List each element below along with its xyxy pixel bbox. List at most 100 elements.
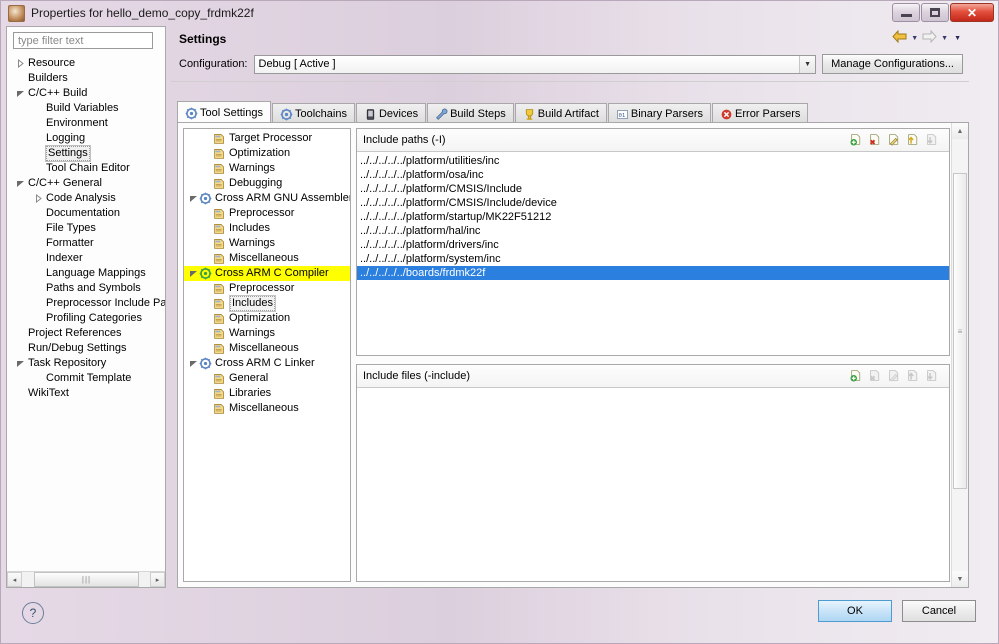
sidebar-item-c-c-build[interactable]: C/C++ Build [7, 86, 165, 101]
filter-input[interactable]: type filter text [13, 32, 153, 49]
sidebar-item-run-debug-settings[interactable]: Run/Debug Settings [7, 341, 165, 356]
list-item[interactable]: ../../../../../boards/frdmk22f [357, 266, 949, 280]
tab-binary-parsers[interactable]: 01 Binary Parsers [607, 103, 712, 123]
chevron-expanded-icon[interactable] [188, 194, 199, 203]
tools-tree-item-preprocessor[interactable]: Preprocessor [184, 281, 350, 296]
list-item[interactable]: ../../../../../platform/hal/inc [357, 224, 949, 238]
delete-icon[interactable] [869, 133, 884, 148]
sidebar-item-documentation[interactable]: Documentation [7, 206, 165, 221]
tools-tree-item-preprocessor[interactable]: Preprocessor [184, 206, 350, 221]
tools-tree-item-target-processor[interactable]: Target Processor [184, 131, 350, 146]
list-item[interactable]: ../../../../../platform/drivers/inc [357, 238, 949, 252]
configuration-select[interactable]: Debug [ Active ] ▼ [253, 54, 817, 74]
sidebar-item-profiling-categories[interactable]: Profiling Categories [7, 311, 165, 326]
sidebar-item-task-repository[interactable]: Task Repository [7, 356, 165, 371]
list-item[interactable]: ../../../../../platform/system/inc [357, 252, 949, 266]
manage-configurations-button[interactable]: Manage Configurations... [822, 54, 963, 74]
sidebar-item-logging[interactable]: Logging [7, 131, 165, 146]
forward-menu-chevron-down-icon[interactable]: ▼ [939, 35, 950, 42]
scroll-track[interactable]: ||| [22, 572, 150, 587]
sidebar-item-c-c-general[interactable]: C/C++ General [7, 176, 165, 191]
ok-button[interactable]: OK [818, 600, 892, 622]
sidebar-item-tool-chain-editor[interactable]: Tool Chain Editor [7, 161, 165, 176]
title-bar: Properties for hello_demo_copy_frdmk22f … [1, 1, 998, 25]
sidebar-item-resource[interactable]: Resource [7, 56, 165, 71]
scroll-thumb[interactable]: ||| [34, 572, 139, 587]
back-menu-chevron-down-icon[interactable]: ▼ [909, 35, 920, 42]
tools-tree-item-libraries[interactable]: Libraries [184, 386, 350, 401]
tab-error-parsers[interactable]: Error Parsers [712, 103, 809, 123]
tools-tree-item-miscellaneous[interactable]: Miscellaneous [184, 251, 350, 266]
list-item[interactable]: ../../../../../platform/startup/MK22F512… [357, 210, 949, 224]
sidebar-item-indexer[interactable]: Indexer [7, 251, 165, 266]
tools-tree-item-cross-arm-gnu-assembler[interactable]: Cross ARM GNU Assembler [184, 191, 350, 206]
sidebar-item-code-analysis[interactable]: Code Analysis [7, 191, 165, 206]
edit-icon[interactable] [888, 133, 903, 148]
list-item[interactable]: ../../../../../platform/CMSIS/Include/de… [357, 196, 949, 210]
tools-tree-item-cross-arm-c-linker[interactable]: Cross ARM C Linker [184, 356, 350, 371]
chevron-expanded-icon[interactable] [15, 359, 26, 368]
list-item[interactable]: ../../../../../platform/utilities/inc [357, 154, 949, 168]
scroll-right-icon[interactable]: ▸ [150, 572, 165, 587]
chevron-expanded-icon[interactable] [188, 269, 199, 278]
sidebar-item-preprocessor-include-pa[interactable]: Preprocessor Include Pa [7, 296, 165, 311]
tab-devices[interactable]: Devices [355, 103, 427, 123]
sidebar-item-wikitext[interactable]: WikiText [7, 386, 165, 401]
cancel-button[interactable]: Cancel [902, 600, 976, 622]
sidebar-item-build-variables[interactable]: Build Variables [7, 101, 165, 116]
add-icon[interactable] [850, 133, 865, 148]
tools-tree-item-cross-arm-c-compiler[interactable]: Cross ARM C Compiler [184, 266, 350, 281]
tab-toolchains[interactable]: Toolchains [271, 103, 355, 123]
tools-tree-item-warnings[interactable]: Warnings [184, 326, 350, 341]
sidebar-item-environment[interactable]: Environment [7, 116, 165, 131]
chevron-down-icon[interactable]: ▼ [799, 55, 816, 73]
sidebar-item-commit-template[interactable]: Commit Template [7, 371, 165, 386]
list-item[interactable]: ../../../../../platform/CMSIS/Include [357, 182, 949, 196]
tools-tree-item-debugging[interactable]: Debugging [184, 176, 350, 191]
sidebar-item-builders[interactable]: Builders [7, 71, 165, 86]
add-icon[interactable] [850, 369, 865, 384]
include-files-list[interactable] [357, 388, 949, 581]
tools-tree-item-miscellaneous[interactable]: Miscellaneous [184, 401, 350, 416]
chevron-collapsed-icon[interactable] [15, 59, 26, 68]
chevron-collapsed-icon[interactable] [33, 194, 44, 203]
sidebar-horizontal-scrollbar[interactable]: ◂ ||| ▸ [7, 571, 165, 587]
list-item[interactable]: ../../../../../platform/osa/inc [357, 168, 949, 182]
page-icon [213, 282, 226, 295]
scroll-up-icon[interactable]: ▲ [952, 123, 968, 139]
scroll-left-icon[interactable]: ◂ [7, 572, 22, 587]
scroll-down-icon[interactable]: ▼ [952, 571, 968, 587]
sidebar-item-project-references[interactable]: Project References [7, 326, 165, 341]
view-menu-chevron-down-icon[interactable]: ▼ [952, 35, 963, 42]
back-arrow-icon[interactable] [892, 29, 907, 46]
tab-build-artifact[interactable]: Build Artifact [514, 103, 607, 123]
chevron-expanded-icon[interactable] [188, 359, 199, 368]
move-up-icon[interactable] [907, 133, 922, 148]
chevron-expanded-icon[interactable] [15, 179, 26, 188]
tools-tree-item-miscellaneous[interactable]: Miscellaneous [184, 341, 350, 356]
include-paths-list[interactable]: ../../../../../platform/utilities/inc ../… [357, 152, 949, 355]
sidebar-item-formatter[interactable]: Formatter [7, 236, 165, 251]
sidebar-item-file-types[interactable]: File Types [7, 221, 165, 236]
vertical-scroll-thumb[interactable]: ≡ [953, 173, 967, 489]
tools-tree-item-optimization[interactable]: Optimization [184, 146, 350, 161]
tab-build-steps[interactable]: Build Steps [427, 103, 514, 123]
maximize-button[interactable] [921, 3, 949, 22]
gear-green-icon [199, 267, 212, 280]
tools-tree-item-includes[interactable]: Includes [184, 295, 350, 312]
close-button[interactable]: ✕ [950, 3, 994, 22]
sidebar-item-paths-and-symbols[interactable]: Paths and Symbols [7, 281, 165, 296]
tools-tree-item-includes[interactable]: Includes [184, 221, 350, 236]
include-paths-group: Include paths (-I) ../../../../../platfo… [356, 128, 950, 356]
sidebar-item-settings[interactable]: Settings [7, 145, 165, 162]
tab-tool-settings[interactable]: Tool Settings [177, 101, 271, 123]
minimize-button[interactable] [892, 3, 920, 22]
tools-tree-item-optimization[interactable]: Optimization [184, 311, 350, 326]
panel-vertical-scrollbar[interactable]: ▲ ≡ ▼ [951, 123, 968, 587]
help-icon[interactable]: ? [22, 602, 44, 624]
tools-tree-item-general[interactable]: General [184, 371, 350, 386]
chevron-expanded-icon[interactable] [15, 89, 26, 98]
tools-tree-item-warnings[interactable]: Warnings [184, 236, 350, 251]
sidebar-item-language-mappings[interactable]: Language Mappings [7, 266, 165, 281]
tools-tree-item-warnings[interactable]: Warnings [184, 161, 350, 176]
